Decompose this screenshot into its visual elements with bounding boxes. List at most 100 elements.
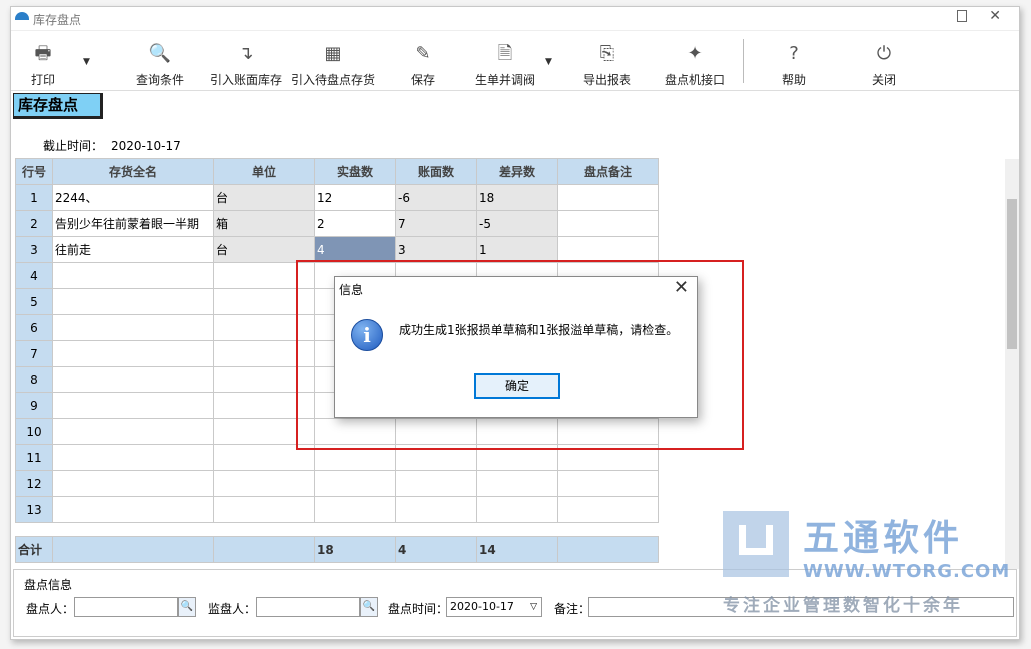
- cell-unit[interactable]: 台: [213, 184, 315, 211]
- cell-remark[interactable]: [557, 210, 659, 237]
- cell-remark[interactable]: [557, 470, 659, 497]
- cell-item-name[interactable]: [52, 392, 214, 419]
- info-dialog: 信息 ✕ i 成功生成1张报损单草稿和1张报溢单草稿，请检查。 确定: [334, 276, 698, 418]
- cell-row-no: 1: [15, 184, 53, 211]
- cell-diff-qty[interactable]: [476, 496, 558, 523]
- header-row-no[interactable]: 行号: [15, 158, 53, 185]
- note-label: 备注：: [554, 602, 591, 616]
- power-icon: ⏻: [876, 43, 892, 64]
- cell-actual-qty[interactable]: 12: [314, 184, 396, 211]
- print-button[interactable]: 🖶 打印: [15, 33, 71, 91]
- cell-unit[interactable]: [213, 470, 315, 497]
- header-unit[interactable]: 单位: [213, 158, 315, 185]
- cell-row-no: 10: [15, 418, 53, 445]
- toolbar: 🖶 打印 ▼ 🔍 查询条件 ↴ 引入账面库存 ▦ 引入待盘点存货 ✎ 保存 🗎 …: [11, 33, 1019, 91]
- cell-item-name[interactable]: [52, 288, 214, 315]
- count-time-label: 盘点时间：: [388, 602, 449, 616]
- cell-unit[interactable]: 台: [213, 236, 315, 263]
- help-button[interactable]: ? 帮助: [769, 33, 819, 91]
- window-title: 库存盘点: [33, 13, 82, 27]
- dialog-close-icon[interactable]: ✕: [674, 277, 689, 298]
- export-report-button[interactable]: ⎘ 导出报表: [569, 33, 645, 91]
- cell-item-name[interactable]: [52, 496, 214, 523]
- cell-item-name[interactable]: [52, 444, 214, 471]
- scrollbar-thumb[interactable]: [1007, 199, 1017, 349]
- count-time-select[interactable]: 2020-10-17 ▽: [446, 597, 542, 617]
- watermark-logo-icon: [723, 511, 789, 577]
- header-diff-qty[interactable]: 差异数: [476, 158, 558, 185]
- counter-input[interactable]: [74, 597, 178, 617]
- import-pending-stock-button[interactable]: ▦ 引入待盘点存货: [287, 33, 379, 91]
- dialog-ok-button[interactable]: 确定: [474, 373, 560, 399]
- export-icon: ⎘: [599, 43, 615, 64]
- cell-diff-qty[interactable]: 1: [476, 236, 558, 263]
- total-remark: [557, 536, 659, 563]
- table-row[interactable]: 13: [15, 496, 659, 523]
- cell-diff-qty[interactable]: 18: [476, 184, 558, 211]
- cell-actual-qty[interactable]: [314, 470, 396, 497]
- save-button[interactable]: ✎ 保存: [395, 33, 451, 91]
- watermark-url: WWW.WTORG.COM: [803, 561, 1011, 582]
- cell-actual-qty[interactable]: [314, 496, 396, 523]
- cell-item-name[interactable]: 2244、: [52, 184, 214, 211]
- cell-book-qty[interactable]: [395, 496, 477, 523]
- dialog-title: 信息: [339, 283, 364, 297]
- close-button[interactable]: ⏻ 关闭: [859, 33, 909, 91]
- cell-item-name[interactable]: 往前走: [52, 236, 214, 263]
- cell-item-name[interactable]: [52, 262, 214, 289]
- cell-book-qty[interactable]: 3: [395, 236, 477, 263]
- counter-search-icon[interactable]: 🔍: [178, 597, 196, 617]
- header-item-name[interactable]: 存货全名: [52, 158, 214, 185]
- cell-row-no: 3: [15, 236, 53, 263]
- cell-diff-qty[interactable]: -5: [476, 210, 558, 237]
- cell-item-name[interactable]: [52, 314, 214, 341]
- cell-unit[interactable]: [213, 496, 315, 523]
- cell-row-no: 6: [15, 314, 53, 341]
- cell-item-name[interactable]: [52, 366, 214, 393]
- cell-actual-qty[interactable]: 4: [314, 236, 396, 263]
- table-row[interactable]: 1 2244、台 12 -6 18: [15, 184, 659, 211]
- cell-item-name[interactable]: [52, 470, 214, 497]
- supervisor-search-icon[interactable]: 🔍: [360, 597, 378, 617]
- document-icon: 🗎: [497, 43, 513, 64]
- table-row[interactable]: 3 往前走台 4 3 1: [15, 236, 659, 263]
- header-remark[interactable]: 盘点备注: [557, 158, 659, 185]
- counting-device-button[interactable]: ✦ 盘点机接口: [655, 33, 735, 91]
- import-book-stock-button[interactable]: ↴ 引入账面库存: [201, 33, 291, 91]
- cell-item-name[interactable]: [52, 418, 214, 445]
- window-close-icon[interactable]: ✕: [989, 8, 1001, 24]
- query-button[interactable]: 🔍 查询条件: [117, 33, 203, 91]
- cell-book-qty[interactable]: [395, 470, 477, 497]
- cell-remark[interactable]: [557, 184, 659, 211]
- print-dropdown-icon[interactable]: ▼: [83, 57, 90, 67]
- supervisor-label: 监盘人：: [208, 602, 257, 616]
- supervisor-input[interactable]: [256, 597, 360, 617]
- cell-book-qty[interactable]: -6: [395, 184, 477, 211]
- cell-row-no: 7: [15, 340, 53, 367]
- header-book-qty[interactable]: 账面数: [395, 158, 477, 185]
- generate-adjust-button[interactable]: 🗎 生单并调阀: [467, 33, 543, 91]
- module-title: 库存盘点: [13, 93, 103, 119]
- table-row[interactable]: 2 告别少年往前蒙着眼一半期箱 2 7 -5: [15, 210, 659, 237]
- watermark-brand: 五通软件: [803, 518, 964, 559]
- restore-icon[interactable]: [957, 10, 967, 22]
- cell-item-name[interactable]: [52, 340, 214, 367]
- toolbar-separator: [743, 39, 744, 83]
- cell-book-qty[interactable]: 7: [395, 210, 477, 237]
- count-info-title: 盘点信息: [24, 578, 73, 592]
- dialog-message: 成功生成1张报损单草稿和1张报溢单草稿，请检查。: [399, 323, 679, 337]
- counter-label: 盘点人：: [26, 602, 75, 616]
- table-row[interactable]: 12: [15, 470, 659, 497]
- generate-dropdown-icon[interactable]: ▼: [545, 57, 552, 67]
- total-diff-qty: 14: [476, 536, 558, 563]
- cell-item-name[interactable]: 告别少年往前蒙着眼一半期: [52, 210, 214, 237]
- printer-icon: 🖶: [34, 43, 52, 64]
- grid-spacer: [15, 522, 659, 537]
- cell-actual-qty[interactable]: 2: [314, 210, 396, 237]
- cell-unit[interactable]: 箱: [213, 210, 315, 237]
- cell-remark[interactable]: [557, 496, 659, 523]
- header-actual-qty[interactable]: 实盘数: [314, 158, 396, 185]
- cell-remark[interactable]: [557, 236, 659, 263]
- spacer-cell: [15, 522, 659, 537]
- cell-diff-qty[interactable]: [476, 470, 558, 497]
